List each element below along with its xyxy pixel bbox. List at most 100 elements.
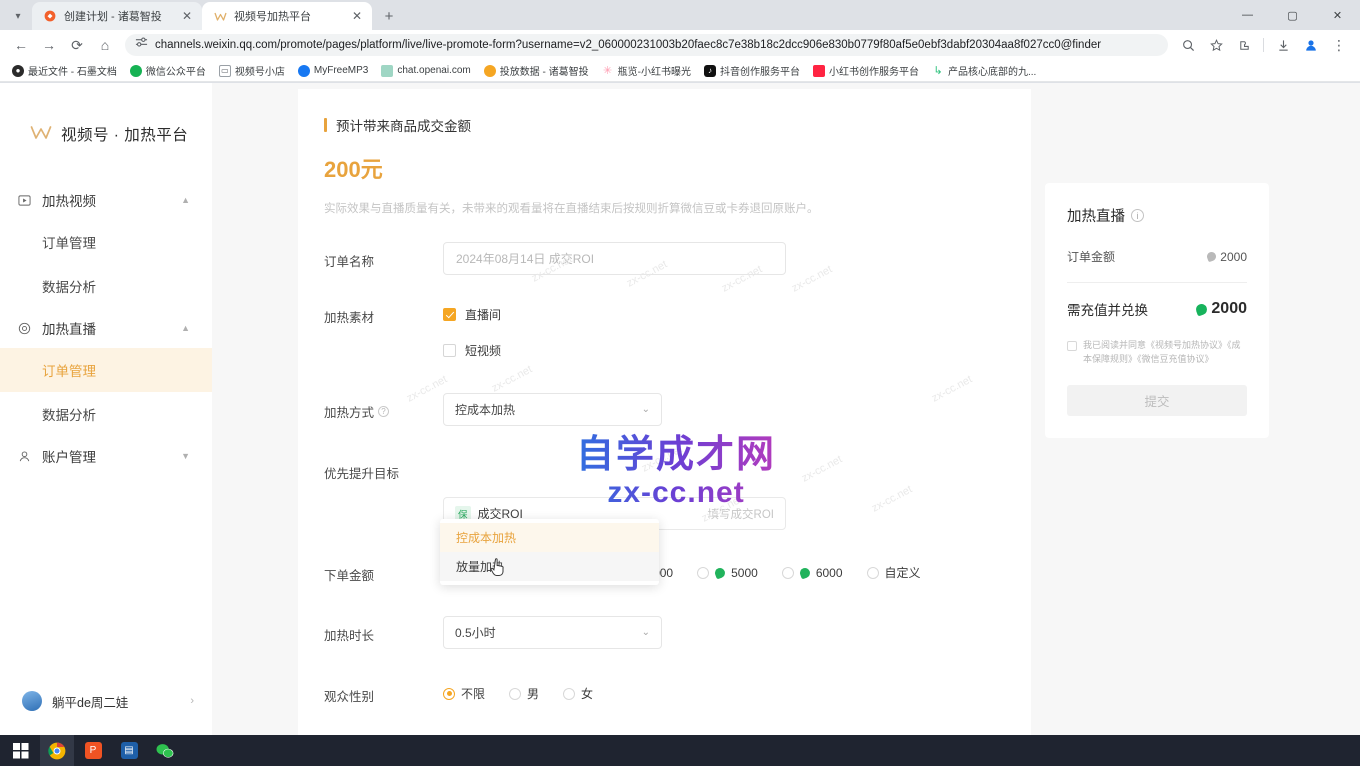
radio-icon[interactable] [867,567,879,579]
info-circle-icon[interactable]: i [1131,209,1144,222]
checkbox-icon[interactable] [443,308,456,321]
browser-window: ▾ 创建计划 - 诸葛智投 ✕ 视频号加热平台 ✕ + — ▢ ✕ [0,0,1360,735]
field-label: 加热方式 ? [324,393,443,421]
bookmark-label: 瓶览-小红书曝光 [618,63,691,78]
summary-recharge-row: 需充值并兑换 2000 [1067,299,1247,319]
chrome-icon[interactable] [40,735,74,766]
radio-icon[interactable] [563,688,575,700]
bookmark-favicon-icon: ✳ [602,65,614,77]
chrome-menu-icon[interactable]: ⋮ [1326,32,1352,58]
order-amount-option-5000[interactable]: 5000 [697,566,758,580]
radio-icon[interactable] [782,567,794,579]
heat-method-dropdown[interactable]: 控成本加热 放量加热 [440,519,659,585]
order-amount-option-6000[interactable]: 6000 [782,566,843,580]
start-button[interactable] [4,735,38,766]
checkbox-icon[interactable] [443,344,456,357]
bookmark-item[interactable]: ●最近文件 - 石墨文档 [7,61,122,80]
summary-panel: 加热直播 i 订单金额 2000 需充值并兑换 2000 [1045,183,1269,438]
sidebar-item-live-analytics[interactable]: 数据分析 [0,392,212,436]
blue-app-icon[interactable]: ▤ [112,735,146,766]
bookmark-item[interactable]: ♪抖音创作服务平台 [699,61,805,80]
sidebar-group-account[interactable]: 账户管理 ▼ [0,436,212,476]
sidebar-group-heat-video[interactable]: 加热视频 ▲ [0,180,212,220]
bookmark-favicon-icon: ↳ [932,65,944,77]
summary-title: 加热直播 i [1067,205,1247,226]
forward-icon[interactable]: → [36,32,62,58]
question-mark-icon[interactable]: ? [378,406,389,417]
bookmark-item[interactable]: 小红书创作服务平台 [808,61,924,80]
agreement-checkbox-icon[interactable] [1067,341,1077,351]
agreement-row[interactable]: 我已阅读并同意《视频号加热协议》《成本保障规则》《微信豆充值协议》 [1067,339,1247,367]
pdf-app-icon[interactable]: P [76,735,110,766]
brand-title: 视频号 · 加热平台 [61,123,188,145]
back-icon[interactable]: ← [8,32,34,58]
radio-icon[interactable] [509,688,521,700]
bookmark-label: 抖音创作服务平台 [720,63,800,78]
zoom-icon[interactable] [1175,32,1201,58]
bookmark-label: 投放数据 - 诸葛智投 [500,63,589,78]
chevron-down-icon[interactable]: ⌄ [642,627,650,638]
bookmark-item[interactable]: 微信公众平台 [125,61,211,80]
close-window-button[interactable]: ✕ [1315,0,1360,30]
gender-option-any[interactable]: 不限 [443,685,485,702]
bookmark-item[interactable]: ▭视频号小店 [214,61,290,80]
bookmark-item[interactable]: ✳ 瓶览-小红书曝光 [597,61,696,80]
bookmark-item[interactable]: 投放数据 - 诸葛智投 [479,61,594,80]
new-tab-button[interactable]: + [376,3,402,29]
chevron-up-icon[interactable]: ▲ [181,195,190,205]
gender-option-male[interactable]: 男 [509,685,539,702]
bookmark-star-icon[interactable] [1203,32,1229,58]
option-label: 自定义 [885,564,921,581]
chevron-down-icon[interactable]: ⌄ [642,404,650,415]
minimize-button[interactable]: — [1225,0,1270,30]
field-label-text: 加热方式 [324,402,374,421]
sidebar-user[interactable]: 躺平de周二娃 › [0,691,212,711]
sidebar-item-video-analytics[interactable]: 数据分析 [0,264,212,308]
wechat-icon[interactable] [148,735,182,766]
sidebar-group-heat-live[interactable]: 加热直播 ▲ [0,308,212,348]
home-icon[interactable]: ⌂ [92,32,118,58]
close-icon[interactable]: ✕ [350,9,364,23]
profile-avatar-icon[interactable] [1298,32,1324,58]
browser-tab-1[interactable]: 创建计划 - 诸葛智投 ✕ [32,2,202,30]
chevron-down-icon[interactable]: ▼ [181,451,190,461]
field-label: 优先提升目标 [324,454,443,482]
browser-tab-2[interactable]: 视频号加热平台 ✕ [202,2,372,30]
site-settings-icon[interactable] [135,36,148,54]
sidebar-item-video-orders[interactable]: 订单管理 [0,220,212,264]
tab-search-chevron-icon[interactable]: ▾ [4,2,32,30]
bookmark-favicon-icon [130,65,142,77]
heat-method-select[interactable]: 控成本加热 ⌄ [443,393,662,426]
close-icon[interactable]: ✕ [180,9,194,23]
radio-icon[interactable] [443,688,455,700]
material-option-live[interactable]: 直播间 [443,303,1031,325]
chevron-up-icon[interactable]: ▲ [181,323,190,333]
chevron-right-icon[interactable]: › [190,695,194,707]
dropdown-option-volume[interactable]: 放量加热 [440,552,659,581]
roi-placeholder: 填写成交ROI [708,506,774,522]
bookmark-item[interactable]: MyFreeMP3 [293,63,373,79]
maximize-button[interactable]: ▢ [1270,0,1315,30]
address-bar[interactable]: channels.weixin.qq.com/promote/pages/pla… [125,34,1168,56]
reload-icon[interactable]: ⟳ [64,32,90,58]
extensions-icon[interactable] [1231,32,1257,58]
field-duration: 加热时长 0.5小时 ⌄ [298,616,1031,649]
material-option-shortvideo[interactable]: 短视频 [443,339,1031,361]
blue-app-glyph: ▤ [121,742,138,759]
estimate-hint: 实际效果与直播质量有关，未带来的观看量将在直播结束后按规则折算微信豆或卡券退回原… [298,200,1031,216]
download-icon[interactable] [1270,32,1296,58]
sidebar-item-live-orders[interactable]: 订单管理 [0,348,212,392]
order-name-input[interactable]: 2024年08月14日 成交ROI [443,242,786,275]
order-name-placeholder: 2024年08月14日 成交ROI [456,250,594,267]
radio-icon[interactable] [697,567,709,579]
bookmark-item[interactable]: ↳产品核心底部的九... [927,61,1041,80]
dropdown-option-cost-control[interactable]: 控成本加热 [440,523,659,552]
gender-option-female[interactable]: 女 [563,685,593,702]
duration-select[interactable]: 0.5小时 ⌄ [443,616,662,649]
sidebar-user-name: 躺平de周二娃 [52,692,180,711]
video-play-icon [18,194,38,207]
sidebar: 视频号 · 加热平台 加热视频 ▲ 订单管理 数据分析 [0,83,212,735]
bookmark-item[interactable]: chat.openai.com [376,63,475,79]
order-amount-option-custom[interactable]: 自定义 [867,564,921,581]
submit-button[interactable]: 提交 [1067,385,1247,416]
